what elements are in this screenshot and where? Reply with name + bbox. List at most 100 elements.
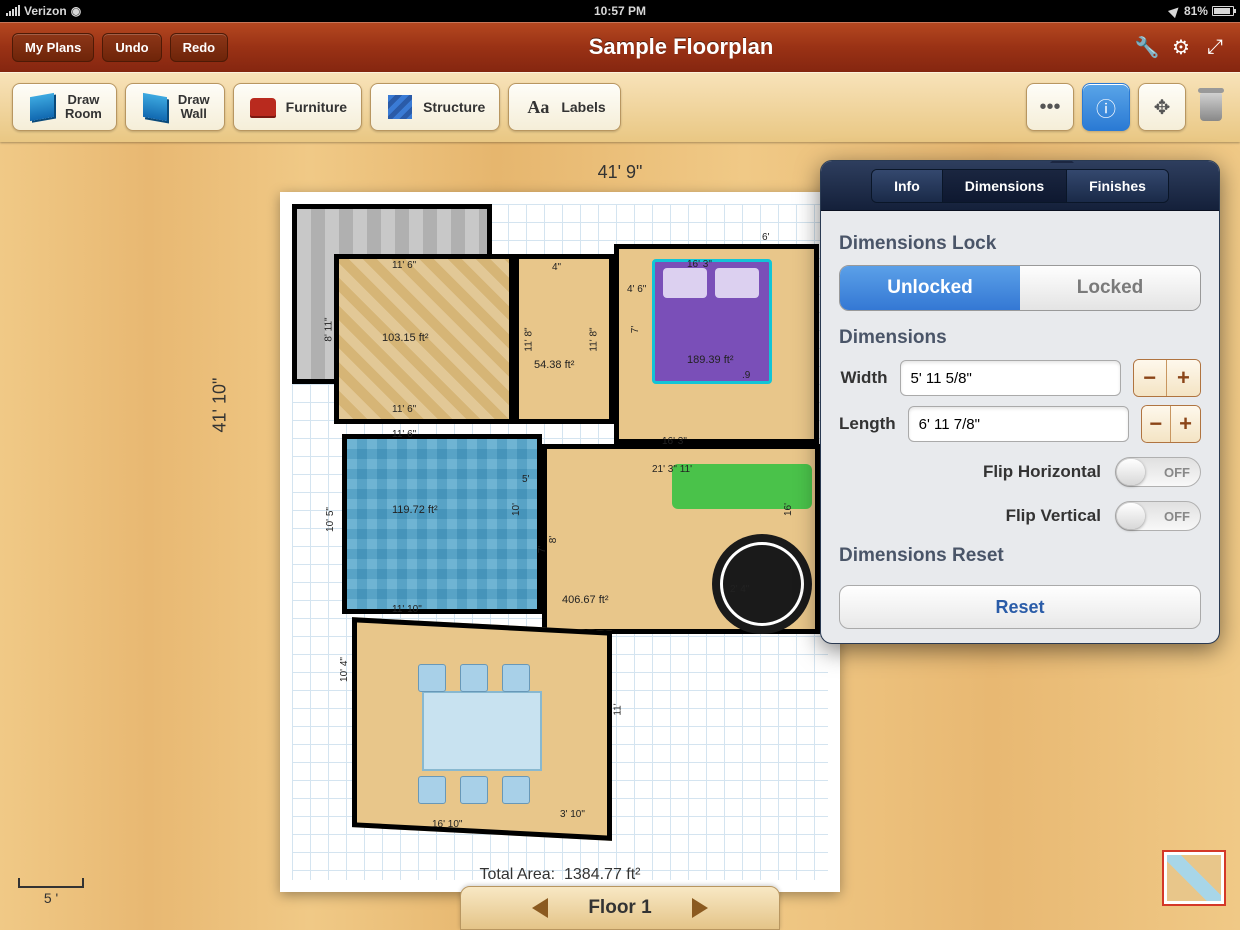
dim: 4' 6" [627,284,646,295]
dim: 11' 8" [524,327,535,351]
scale-label: 5 ' [44,890,58,906]
flip-vertical-toggle[interactable]: OFF [1115,501,1201,531]
tab-dimensions[interactable]: Dimensions [943,170,1067,202]
length-stepper: − + [1141,405,1201,443]
section-dimensions: Dimensions [839,327,1201,349]
minimap[interactable] [1162,850,1226,906]
dim: 11' 8" [589,327,600,351]
reset-button[interactable]: Reset [839,585,1201,629]
dim: 7' [537,546,548,553]
cube-icon [27,92,57,122]
section-dimensions-lock: Dimensions Lock [839,233,1201,255]
more-button[interactable]: ••• [1026,83,1074,131]
battery-icon [1212,6,1234,16]
redo-button[interactable]: Redo [170,33,229,62]
dim: 8' [548,536,559,543]
location-icon [1168,4,1182,18]
stairs-icon [385,92,415,122]
dim: 11' 6" [392,404,416,415]
my-plans-button[interactable]: My Plans [12,33,94,62]
next-floor-button[interactable] [692,898,708,918]
area-kitchen: 119.72 ft² [392,504,438,516]
floor-label: Floor 1 [588,897,651,919]
draw-wall-button[interactable]: DrawWall [125,83,225,131]
furniture-rug[interactable] [712,534,812,634]
width-input[interactable] [900,360,1121,396]
wrench-icon[interactable]: 🔧 [1134,34,1160,60]
furniture-chair[interactable] [502,664,530,692]
area-living: 406.67 ft² [562,594,608,606]
length-plus-button[interactable]: + [1171,406,1200,442]
toggle-knob-icon [1117,503,1145,529]
dim: .9 [742,370,750,381]
signal-bars-icon [6,6,20,16]
battery-percent: 81% [1184,4,1208,18]
furniture-chair[interactable] [502,776,530,804]
tab-finishes[interactable]: Finishes [1067,170,1168,202]
tab-info[interactable]: Info [872,170,943,202]
dim: 11' 10" [392,604,422,615]
dimensions-popover: Info Dimensions Finishes Dimensions Lock… [820,160,1220,644]
toggle-knob-icon [1117,459,1145,485]
info-button[interactable]: ⓘ [1082,83,1130,131]
furniture-chair[interactable] [460,664,488,692]
dim: 16' [783,503,794,516]
furniture-chair[interactable] [418,664,446,692]
wifi-icon: ◉ [71,4,81,18]
move-button[interactable]: ✥ [1138,83,1186,131]
trash-icon [1200,93,1222,121]
room-kitchen[interactable] [342,434,542,614]
undo-button[interactable]: Undo [102,33,161,62]
dim: 10' 4" [339,657,350,682]
dim: 11' 6" [392,260,416,271]
prev-floor-button[interactable] [532,898,548,918]
furniture-button[interactable]: Furniture [233,83,362,131]
flip-horizontal-label: Flip Horizontal [983,462,1101,482]
draw-room-button[interactable]: DrawRoom [12,83,117,131]
scale-indicator: 5 ' [18,878,84,906]
length-label: Length [839,414,896,434]
area-bath: 103.15 ft² [382,332,428,344]
dim: 10' [511,503,522,516]
floorplan-paper[interactable]: 103.15 ft² 54.38 ft² 119.72 ft² 189.39 f… [280,192,840,892]
furniture-dining-table[interactable] [422,691,542,771]
width-stepper: − + [1133,359,1202,397]
dim: 16' 10" [432,819,462,830]
flip-horizontal-toggle[interactable]: OFF [1115,457,1201,487]
dim: 4" [552,262,561,273]
popover-arrow-icon [1050,160,1074,163]
width-plus-button[interactable]: + [1167,360,1200,396]
expand-icon[interactable]: ⤢ [1202,34,1228,60]
toolbar: DrawRoom DrawWall Furniture Structure Aa… [0,72,1240,142]
length-minus-button[interactable]: − [1142,406,1171,442]
sofa-icon [248,92,278,122]
furniture-chair[interactable] [418,776,446,804]
section-dimensions-reset: Dimensions Reset [839,545,1201,567]
gear-icon[interactable]: ⚙ [1168,34,1194,60]
locked-button[interactable]: Locked [1020,266,1200,310]
label-icon: Aa [523,92,553,122]
dim: 7' [630,326,641,333]
dim: 11' [613,703,624,715]
dim: 2' 4" [730,584,749,595]
area-hall: 54.38 ft² [534,359,574,371]
width-label: Width [839,368,888,388]
title-bar: My Plans Undo Redo Sample Floorplan 🔧 ⚙ … [0,22,1240,72]
area-bedroom: 189.39 ft² [687,354,733,366]
dim: 5' [522,474,529,485]
overall-height-label: 41' 10" [210,378,231,433]
labels-button[interactable]: Aa Labels [508,83,620,131]
popover-tabs: Info Dimensions Finishes [821,161,1219,211]
unlocked-button[interactable]: Unlocked [840,266,1020,310]
structure-button[interactable]: Structure [370,83,500,131]
dim: 11' 6" [392,429,416,440]
trash-button[interactable] [1194,85,1228,129]
clock: 10:57 PM [415,4,824,18]
carrier-label: Verizon [24,4,67,18]
length-input[interactable] [908,406,1129,442]
lock-segmented-control[interactable]: Unlocked Locked [839,265,1201,311]
furniture-chair[interactable] [460,776,488,804]
width-minus-button[interactable]: − [1134,360,1167,396]
scale-bar-icon [18,878,84,888]
status-bar: Verizon ◉ 10:57 PM 81% [0,0,1240,22]
